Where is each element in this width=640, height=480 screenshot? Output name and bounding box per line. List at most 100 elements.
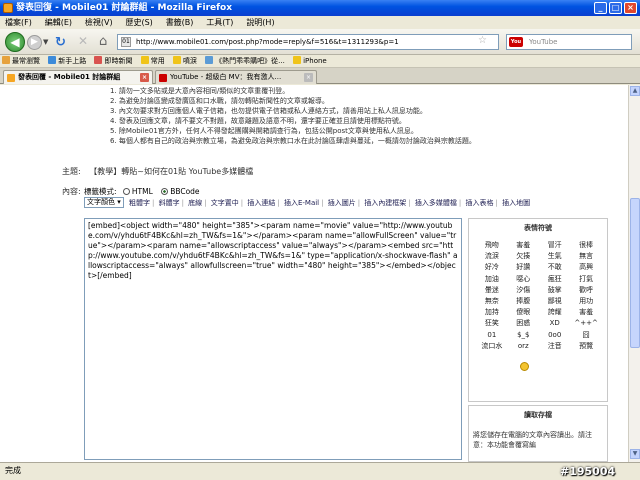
emoticon[interactable]: 加油 xyxy=(477,274,507,285)
bbcode-radio[interactable] xyxy=(161,188,169,195)
emoticon[interactable]: 害羞 xyxy=(571,307,601,318)
emoticon[interactable]: 狂笑 xyxy=(477,318,507,329)
bookmark-folder-iphone[interactable]: iPhone xyxy=(291,55,331,68)
emoticon[interactable]: 鄙視 xyxy=(540,296,570,307)
emoticon[interactable]: 流口水 xyxy=(477,341,507,352)
bookmark-getting-started[interactable]: 新手上路 xyxy=(46,55,90,68)
underline-button[interactable]: 底線 xyxy=(188,199,202,207)
emoticon[interactable]: 害羞 xyxy=(508,240,538,251)
emoticon[interactable]: 囧 xyxy=(571,330,601,341)
menu-tools[interactable]: 工具(T) xyxy=(201,16,238,29)
emoticon[interactable]: XD xyxy=(540,318,570,329)
emoticon[interactable]: orz xyxy=(508,341,538,352)
emoticon[interactable]: 鼓掌 xyxy=(540,285,570,296)
emoticon[interactable]: 噁心 xyxy=(508,274,538,285)
emoticon-preview-button[interactable]: 預覽 xyxy=(571,341,601,352)
emoticon[interactable]: 欠揍 xyxy=(508,251,538,262)
bookmark-folder-common[interactable]: 常用 xyxy=(139,55,169,68)
emoticon-grid: 飛吻 害羞 冒汗 很棒 流淚 欠揍 生氣 無言 好冷 好讚 不敢 高興 加油 噁心 瘋狂 打氣 暈迷 汐傷… xyxy=(477,240,601,352)
scroll-up-icon[interactable]: ▲ xyxy=(630,86,640,96)
bookmark-star-icon[interactable]: ☆ xyxy=(478,35,487,46)
close-tab-icon[interactable]: × xyxy=(304,73,313,82)
emoticon[interactable]: ^++^ xyxy=(571,318,601,329)
insert-media-button[interactable]: 插入多媒體檔 xyxy=(415,199,457,207)
maximize-button[interactable]: □ xyxy=(609,2,622,14)
close-button[interactable]: × xyxy=(624,2,637,14)
menu-bookmarks[interactable]: 書籤(B) xyxy=(161,16,199,29)
emoticon[interactable]: 生氣 xyxy=(540,251,570,262)
smiley-icon[interactable] xyxy=(520,362,529,371)
emoticon[interactable]: 傻眼 xyxy=(508,307,538,318)
emoticon[interactable]: 汐傷 xyxy=(508,285,538,296)
youtube-search-engine-icon[interactable]: You xyxy=(509,37,523,47)
emoticon[interactable]: 無言 xyxy=(571,251,601,262)
address-bar[interactable]: 01 http://www.mobile01.com/post.php?mode… xyxy=(117,34,499,50)
bold-button[interactable]: 粗體字 xyxy=(129,199,150,207)
emoticon[interactable]: 暈迷 xyxy=(477,285,507,296)
menu-edit[interactable]: 編輯(E) xyxy=(40,16,77,29)
stop-icon[interactable]: ✕ xyxy=(78,34,88,48)
insert-map-button[interactable]: 插入地圖 xyxy=(502,199,530,207)
scrollbar-thumb[interactable] xyxy=(630,198,640,348)
menu-help[interactable]: 說明(H) xyxy=(241,16,279,29)
insert-image-button[interactable]: 插入圖片 xyxy=(328,199,356,207)
emoticon[interactable]: 很棒 xyxy=(571,240,601,251)
navigation-toolbar: ◀ ▶ ▼ ↻ ✕ ⌂ 01 http://www.mobile01.com/p… xyxy=(0,29,640,55)
insert-table-button[interactable]: 插入表格 xyxy=(466,199,494,207)
emoticon[interactable]: 無奈 xyxy=(477,296,507,307)
home-icon[interactable]: ⌂ xyxy=(99,34,107,49)
html-radio-label: HTML xyxy=(131,187,153,196)
emoticon[interactable]: 好讚 xyxy=(508,262,538,273)
post-content-textarea[interactable]: [embed]<object width="480" height="385">… xyxy=(84,218,462,460)
bookmark-folder-tears[interactable]: 噴淚 xyxy=(171,55,201,68)
close-tab-icon[interactable]: × xyxy=(140,73,149,82)
emoticon[interactable]: 用功 xyxy=(571,296,601,307)
emoticon[interactable]: 0o0 xyxy=(540,330,570,341)
insert-email-button[interactable]: 插入E-Mail xyxy=(284,199,319,207)
text-color-select[interactable]: 文字顏色 ▾ xyxy=(84,197,124,208)
scroll-down-icon[interactable]: ▼ xyxy=(630,449,640,459)
emoticon[interactable]: 流淚 xyxy=(477,251,507,262)
tab-post-reply[interactable]: 發表回覆 - Mobile01 討論群組 × xyxy=(3,70,153,84)
emoticon[interactable]: 不敢 xyxy=(540,262,570,273)
emoticon[interactable]: 歡呼 xyxy=(571,285,601,296)
menu-view[interactable]: 檢視(V) xyxy=(80,16,118,29)
emoticon[interactable]: 01 xyxy=(477,330,507,341)
menu-file[interactable]: 檔案(F) xyxy=(0,16,37,29)
emoticon[interactable]: 好冷 xyxy=(477,262,507,273)
emoticon[interactable]: 注音 xyxy=(540,341,570,352)
italic-button[interactable]: 斜體字 xyxy=(159,199,180,207)
emoticon[interactable]: 飛吻 xyxy=(477,240,507,251)
reload-icon[interactable]: ↻ xyxy=(55,35,66,50)
forward-button[interactable]: ▶ xyxy=(27,35,42,50)
emoticon[interactable]: 困惑 xyxy=(508,318,538,329)
folder-icon xyxy=(293,56,302,64)
emoticon[interactable]: 瘋狂 xyxy=(540,274,570,285)
center-text-button[interactable]: 文字置中 xyxy=(211,199,239,207)
emoticon[interactable]: 加持 xyxy=(477,307,507,318)
minimize-button[interactable]: _ xyxy=(594,2,607,14)
html-radio[interactable] xyxy=(122,188,130,195)
window-title-bar[interactable]: 發表回復 - Mobile01 討論群組 - Mozilla Firefox _… xyxy=(0,0,640,16)
search-input[interactable]: You YouTube xyxy=(506,34,632,50)
load-draft-title[interactable]: 讀取存檔 xyxy=(469,406,607,420)
rule-item: 1. 請勿一文多貼或是大意內容相同/類似的文章重覆刊登。 xyxy=(110,87,290,95)
menu-history[interactable]: 歷史(S) xyxy=(120,16,157,29)
history-dropdown-icon[interactable]: ▼ xyxy=(43,38,48,46)
emoticon[interactable]: 誇耀 xyxy=(540,307,570,318)
subject-input[interactable]: 【教學】轉貼~如何在01貼 YouTube多媒體檔 xyxy=(89,167,253,176)
bookmark-latest-news[interactable]: 即時新聞 xyxy=(92,55,136,68)
emoticon[interactable]: 捧腹 xyxy=(508,296,538,307)
vertical-scrollbar[interactable]: ▲ ▼ xyxy=(628,85,640,462)
tab-youtube[interactable]: YouTube - 超級白 MV：我有激人... × xyxy=(155,70,317,84)
bookmark-most-visited[interactable]: 最常瀏覽 xyxy=(0,55,44,68)
back-button[interactable]: ◀ xyxy=(5,32,25,52)
emoticon[interactable]: $_$ xyxy=(508,330,538,341)
emoticon[interactable]: 打氣 xyxy=(571,274,601,285)
toolbar-separator: | xyxy=(151,199,155,207)
insert-iframe-button[interactable]: 插入內建框架 xyxy=(364,199,406,207)
emoticon[interactable]: 高興 xyxy=(571,262,601,273)
bookmark-hot-buy[interactable]: 《熱門乖乖購吧》從... xyxy=(203,55,289,68)
insert-link-button[interactable]: 插入連結 xyxy=(247,199,275,207)
emoticon[interactable]: 冒汗 xyxy=(540,240,570,251)
